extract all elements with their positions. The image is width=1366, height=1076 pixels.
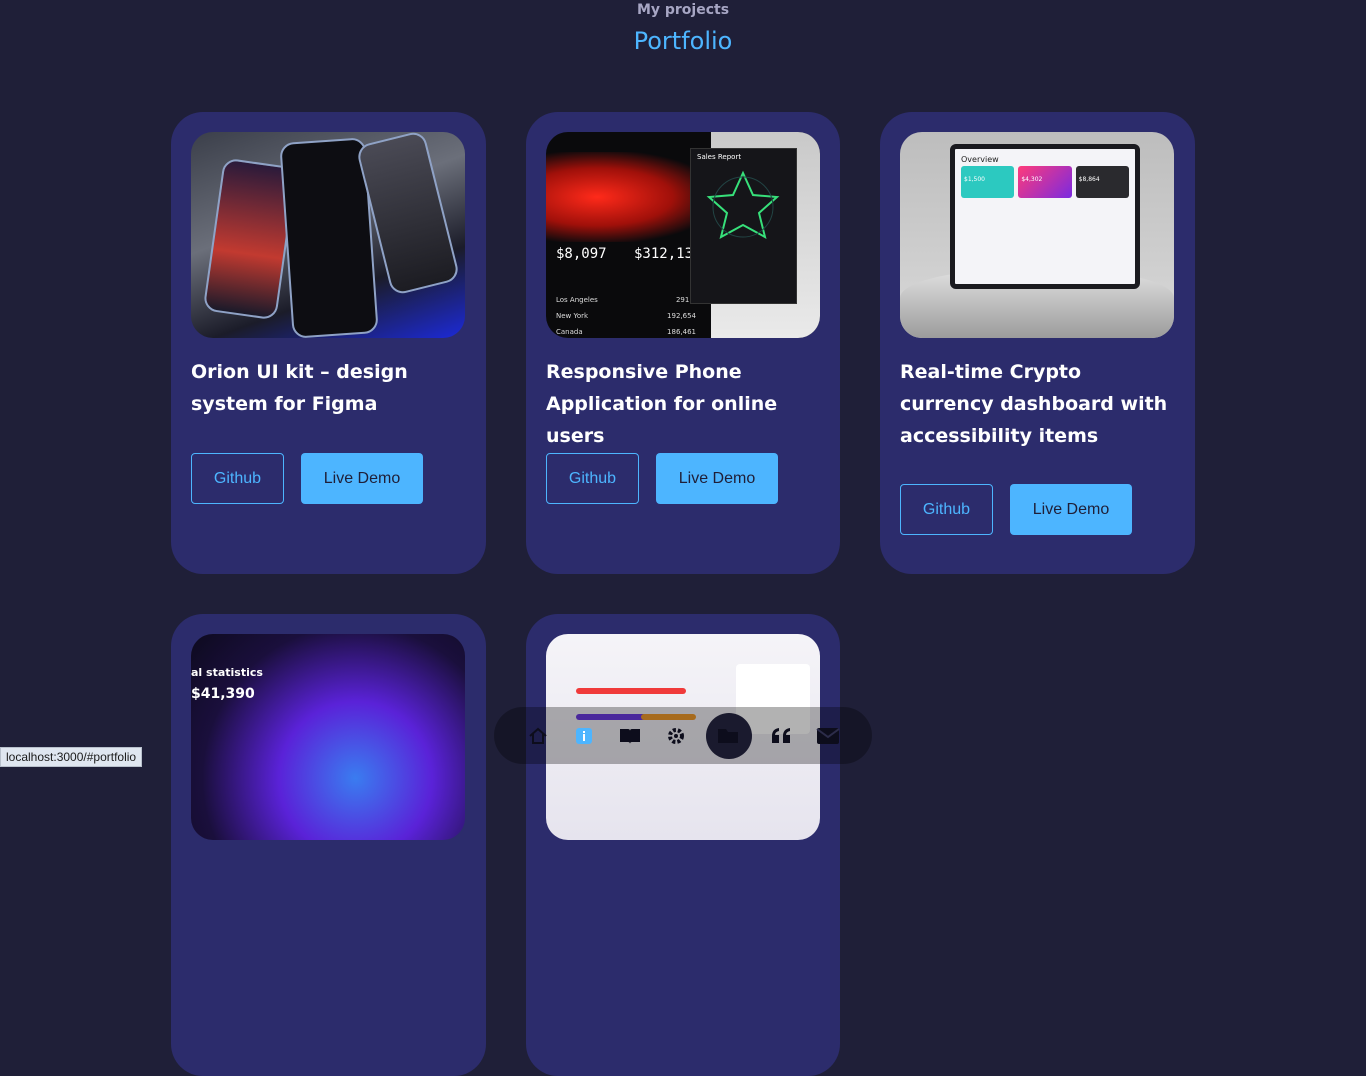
project-title: Orion UI kit – design system for Figma <box>191 361 408 415</box>
github-button[interactable]: Github <box>900 484 993 535</box>
section-subtitle: My projects <box>636 2 730 18</box>
image-card-value: $1,500 <box>961 166 1015 198</box>
quote-icon <box>772 727 790 743</box>
home-icon <box>529 727 547 744</box>
project-card: al statistics $41,390 <box>171 614 486 1076</box>
nav-services[interactable] <box>660 720 692 752</box>
gear-icon <box>668 727 684 744</box>
project-card: Orion UI kit – design system for Figma G… <box>171 112 486 574</box>
project-card: $8,097 $312,134 Los Angeles 291,1 New Yor… <box>526 112 840 574</box>
github-button[interactable]: Github <box>191 453 284 504</box>
nav-home[interactable] <box>522 720 554 752</box>
project-image <box>191 132 465 338</box>
image-value: 186,461 <box>667 328 696 336</box>
image-overview: Overview <box>961 155 999 164</box>
project-card: Overview $1,500 $4,302 $8,864 Real-time … <box>880 112 1195 574</box>
image-monthly: $8,097 <box>556 246 607 262</box>
nav-contact[interactable] <box>812 720 844 752</box>
nav-portfolio[interactable] <box>706 712 752 759</box>
nav-experience[interactable] <box>614 720 646 752</box>
github-button[interactable]: Github <box>546 453 639 504</box>
image-value: 192,654 <box>667 312 696 320</box>
section-title: Portfolio <box>633 27 733 55</box>
project-image: Overview $1,500 $4,302 $8,864 <box>900 132 1174 338</box>
info-icon <box>576 727 592 744</box>
live-demo-button[interactable]: Live Demo <box>1010 484 1132 535</box>
live-demo-button[interactable]: Live Demo <box>656 453 778 504</box>
folder-icon <box>718 728 738 743</box>
project-card <box>526 614 840 1076</box>
image-stat-label: al statistics <box>191 666 263 679</box>
book-icon <box>620 728 640 744</box>
live-demo-button[interactable]: Live Demo <box>301 453 423 504</box>
image-stat-amount: $41,390 <box>191 686 255 702</box>
image-city: Los Angeles <box>556 296 598 304</box>
image-report-title: Sales Report <box>697 153 742 161</box>
bottom-nav <box>494 707 872 764</box>
image-card-value: $8,864 <box>1075 166 1129 198</box>
nav-about[interactable] <box>568 720 600 752</box>
project-image: al statistics $41,390 <box>191 634 465 840</box>
image-city: Canada <box>556 328 583 336</box>
mail-icon <box>816 727 840 744</box>
status-bar-url: localhost:3000/#portfolio <box>0 747 143 767</box>
project-title: Real-time Crypto currency dashboard with… <box>900 361 1168 447</box>
project-image: $8,097 $312,134 Los Angeles 291,1 New Yor… <box>546 132 820 338</box>
project-title: Responsive Phone Application for online … <box>546 361 778 447</box>
image-city: New York <box>556 312 589 320</box>
nav-testimonials[interactable] <box>766 720 798 752</box>
image-card-value: $4,302 <box>1018 166 1072 198</box>
